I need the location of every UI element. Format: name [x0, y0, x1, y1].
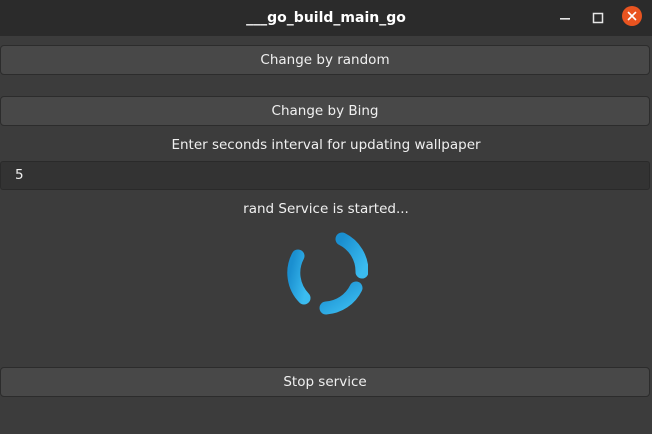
close-icon[interactable]	[622, 6, 642, 26]
interval-input[interactable]: 5	[0, 161, 650, 190]
app-window: ___go_build_main_go Change by random Cha…	[0, 0, 652, 434]
window-title: ___go_build_main_go	[246, 10, 406, 26]
title-bar[interactable]: ___go_build_main_go	[0, 0, 652, 36]
change-by-bing-button[interactable]: Change by Bing	[0, 96, 650, 126]
loading-spinner	[282, 230, 369, 316]
maximize-icon[interactable]	[589, 9, 607, 27]
change-by-random-button[interactable]: Change by random	[0, 45, 650, 75]
stop-service-button[interactable]: Stop service	[0, 367, 650, 397]
interval-label: Enter seconds interval for updating wall…	[171, 137, 481, 153]
status-text: rand Service is started...	[243, 201, 409, 217]
minimize-icon[interactable]	[556, 9, 574, 27]
